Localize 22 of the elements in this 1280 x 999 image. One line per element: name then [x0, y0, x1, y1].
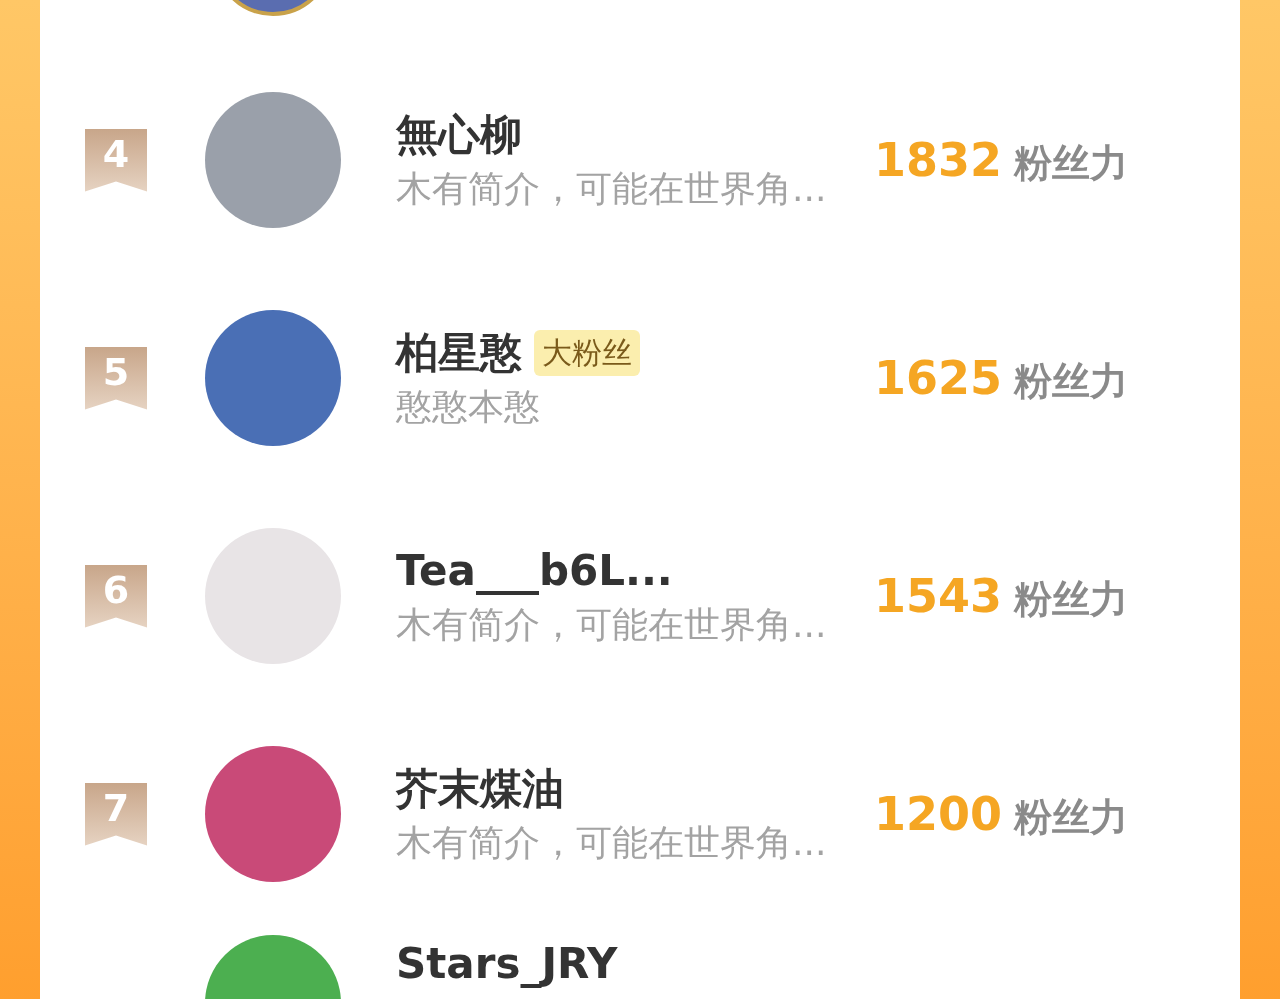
fan-score-label: 粉丝力: [1014, 793, 1129, 841]
fan-score: 1832: [874, 131, 1003, 189]
fan-score: 1543: [874, 567, 1003, 625]
fan-score: 1200: [874, 785, 1003, 843]
rank-badge: 7: [85, 782, 147, 846]
fan-score-label: 粉丝力: [1014, 357, 1129, 405]
user-name: 無心柳: [396, 109, 522, 161]
user-name: 芥末煤油: [396, 763, 564, 815]
fan-score-label: 粉丝力: [1014, 139, 1129, 187]
user-bio: 憨憨本憨: [396, 385, 541, 429]
rank-badge: 4: [85, 128, 147, 192]
rank-badge: 6: [85, 564, 147, 628]
fan-score-label: 粉丝力: [1014, 575, 1129, 623]
user-bio: 木有简介，可能在世界角...: [396, 821, 828, 865]
user-bio: 木有简介，可能在世界角...: [396, 603, 828, 647]
rank-badge: 5: [85, 346, 147, 410]
user-bio: 木有简介，可能在世界角...: [396, 167, 828, 211]
user-name: Stars_JRY: [396, 938, 618, 990]
fan-level-badge: 大粉丝: [534, 330, 640, 376]
user-name: 柏星憨: [396, 327, 522, 379]
fan-score: 1625: [874, 349, 1003, 407]
user-name: Tea___b6L...: [396, 545, 673, 597]
